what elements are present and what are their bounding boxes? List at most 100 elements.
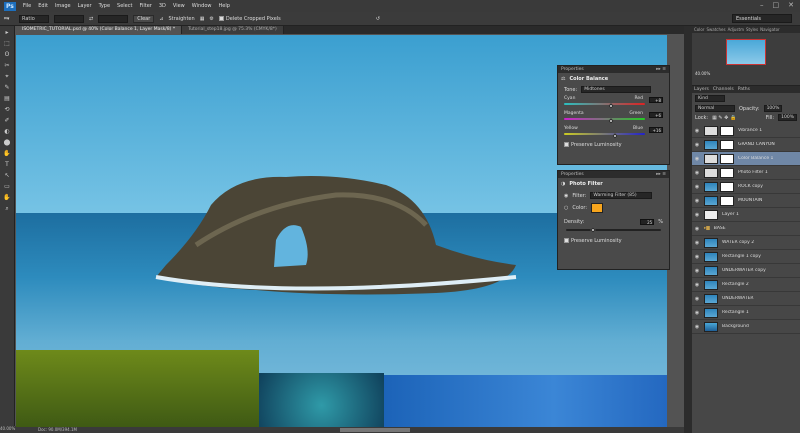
- swap-icon[interactable]: ⇄: [89, 16, 93, 22]
- height-input[interactable]: [98, 14, 129, 23]
- tool-5-icon[interactable]: ✎: [2, 83, 13, 92]
- preserve-luminosity-checkbox[interactable]: Preserve Luminosity: [558, 235, 669, 247]
- tool-10-icon[interactable]: ⬤: [2, 138, 13, 147]
- reset-icon[interactable]: ↺: [376, 16, 380, 22]
- menu-view[interactable]: View: [173, 3, 185, 9]
- layer-row[interactable]: ◉ MOUNTAIN: [692, 194, 800, 208]
- tab-paths[interactable]: Paths: [738, 86, 750, 93]
- menu-image[interactable]: Image: [55, 3, 71, 9]
- tab-tutorial-step18[interactable]: Tutorial_step18.jpg @ 75.3% (CMYK/8*): [182, 26, 284, 34]
- visibility-eye-icon[interactable]: ◉: [693, 282, 701, 288]
- layer-row[interactable]: ◉ Vibrance 1: [692, 124, 800, 138]
- menu-file[interactable]: File: [23, 3, 31, 9]
- slider-track[interactable]: [564, 103, 645, 105]
- slider-value-input[interactable]: +16: [649, 127, 663, 133]
- tool-8-icon[interactable]: ✐: [2, 116, 13, 125]
- visibility-eye-icon[interactable]: ◉: [693, 198, 701, 204]
- preserve-luminosity-checkbox[interactable]: Preserve Luminosity: [558, 139, 669, 151]
- blend-mode-select[interactable]: Normal: [695, 105, 735, 112]
- ratio-select[interactable]: Ratio: [19, 14, 49, 23]
- filter-radio[interactable]: ◉: [564, 193, 568, 199]
- tool-6-icon[interactable]: ▤: [2, 94, 13, 103]
- density-slider-track[interactable]: [566, 229, 661, 231]
- visibility-eye-icon[interactable]: ◉: [693, 170, 701, 176]
- menu-help[interactable]: Help: [219, 3, 230, 9]
- filter-select[interactable]: Warming Filter (85): [590, 192, 653, 199]
- tool-4-icon[interactable]: ⌖: [2, 72, 13, 81]
- lock-icons[interactable]: ▦ ✎ ✥ 🔒: [712, 115, 736, 121]
- tool-7-icon[interactable]: ⟲: [2, 105, 13, 114]
- tool-16-icon[interactable]: ⌕: [2, 204, 13, 213]
- density-input[interactable]: 25: [640, 219, 655, 225]
- tab-channels[interactable]: Channels: [713, 86, 734, 93]
- navigator-preview[interactable]: [726, 39, 766, 65]
- tool-11-icon[interactable]: ✋: [2, 149, 13, 158]
- tool-12-icon[interactable]: T: [2, 160, 13, 169]
- width-input[interactable]: [54, 14, 84, 23]
- layer-row[interactable]: ◉ UNDERWATER copy: [692, 264, 800, 278]
- menu-select[interactable]: Select: [117, 3, 132, 9]
- visibility-eye-icon[interactable]: ◉: [693, 156, 701, 162]
- menu-layer[interactable]: Layer: [78, 3, 92, 9]
- slider-track[interactable]: [564, 118, 645, 120]
- menu-window[interactable]: Window: [192, 3, 212, 9]
- visibility-eye-icon[interactable]: ◉: [693, 226, 701, 232]
- menu-filter[interactable]: Filter: [139, 3, 151, 9]
- layer-row[interactable]: ◉ UNDERWATER: [692, 292, 800, 306]
- tab-color[interactable]: Color: [694, 26, 704, 33]
- tool-15-icon[interactable]: ✋: [2, 193, 13, 202]
- straighten-icon[interactable]: ⊿: [159, 16, 163, 22]
- layer-row[interactable]: ◉ WATER copy 2: [692, 236, 800, 250]
- layer-row[interactable]: ◉ Rectangle 2: [692, 278, 800, 292]
- menu-3d[interactable]: 3D: [159, 3, 166, 9]
- visibility-eye-icon[interactable]: ◉: [693, 184, 701, 190]
- close-button[interactable]: ✕: [788, 1, 794, 9]
- scrollbar-thumb[interactable]: [340, 428, 410, 432]
- visibility-eye-icon[interactable]: ◉: [693, 128, 701, 134]
- tool-2-icon[interactable]: ʘ: [2, 50, 13, 59]
- visibility-eye-icon[interactable]: ◉: [693, 212, 701, 218]
- tab-navigator[interactable]: Navigator: [760, 26, 780, 33]
- tab-swatches[interactable]: Swatches: [706, 26, 725, 33]
- maximize-button[interactable]: □: [773, 1, 780, 9]
- slider-track[interactable]: [564, 133, 645, 135]
- crop-tool-icon[interactable]: ⌗▾: [4, 16, 14, 22]
- menu-edit[interactable]: Edit: [38, 3, 48, 9]
- layer-row[interactable]: ◉ ROCK copy: [692, 180, 800, 194]
- clear-button[interactable]: Clear: [133, 14, 155, 23]
- opacity-input[interactable]: 100%: [763, 105, 783, 112]
- visibility-eye-icon[interactable]: ◉: [693, 310, 701, 316]
- color-radio[interactable]: ○: [564, 205, 568, 211]
- menu-type[interactable]: Type: [99, 3, 110, 9]
- slider-value-input[interactable]: +6: [649, 112, 663, 118]
- visibility-eye-icon[interactable]: ◉: [693, 324, 701, 330]
- tab-styles[interactable]: Styles: [746, 26, 758, 33]
- tab-isometric-tutorial[interactable]: ISOMETRIC_TUTORIAL.psd @ 40% (Color Bala…: [16, 26, 183, 34]
- visibility-eye-icon[interactable]: ◉: [693, 268, 701, 274]
- slider-knob[interactable]: [611, 133, 618, 139]
- tool-9-icon[interactable]: ◐: [2, 127, 13, 136]
- color-swatch[interactable]: [591, 203, 604, 213]
- fill-input[interactable]: 100%: [778, 114, 797, 121]
- layer-row[interactable]: ◉ Rectangle 1: [692, 306, 800, 320]
- delete-cropped-checkbox[interactable]: Delete Cropped Pixels: [218, 15, 281, 22]
- visibility-eye-icon[interactable]: ◉: [693, 254, 701, 260]
- tool-14-icon[interactable]: ▭: [2, 182, 13, 191]
- tool-0-icon[interactable]: ▸: [2, 28, 13, 37]
- tab-adjustm[interactable]: Adjustm: [728, 26, 744, 33]
- visibility-eye-icon[interactable]: ◉: [693, 240, 701, 246]
- tool-13-icon[interactable]: ↖: [2, 171, 13, 180]
- visibility-eye-icon[interactable]: ◉: [693, 142, 701, 148]
- tone-select[interactable]: Midtones: [581, 86, 652, 93]
- kind-filter-select[interactable]: Kind: [695, 95, 725, 102]
- layer-row[interactable]: ◉ Rectangle 1 copy: [692, 250, 800, 264]
- tool-3-icon[interactable]: ✂: [2, 61, 13, 70]
- visibility-eye-icon[interactable]: ◉: [693, 296, 701, 302]
- layer-row[interactable]: ◉ Background: [692, 320, 800, 334]
- slider-value-input[interactable]: +8: [649, 97, 663, 103]
- workspace-select[interactable]: Essentials: [732, 14, 792, 23]
- layer-row[interactable]: ◉ Photo Filter 1: [692, 166, 800, 180]
- tool-1-icon[interactable]: ⬚: [2, 39, 13, 48]
- tab-layers[interactable]: Layers: [694, 86, 709, 93]
- settings-gear-icon[interactable]: ⚙: [209, 16, 213, 22]
